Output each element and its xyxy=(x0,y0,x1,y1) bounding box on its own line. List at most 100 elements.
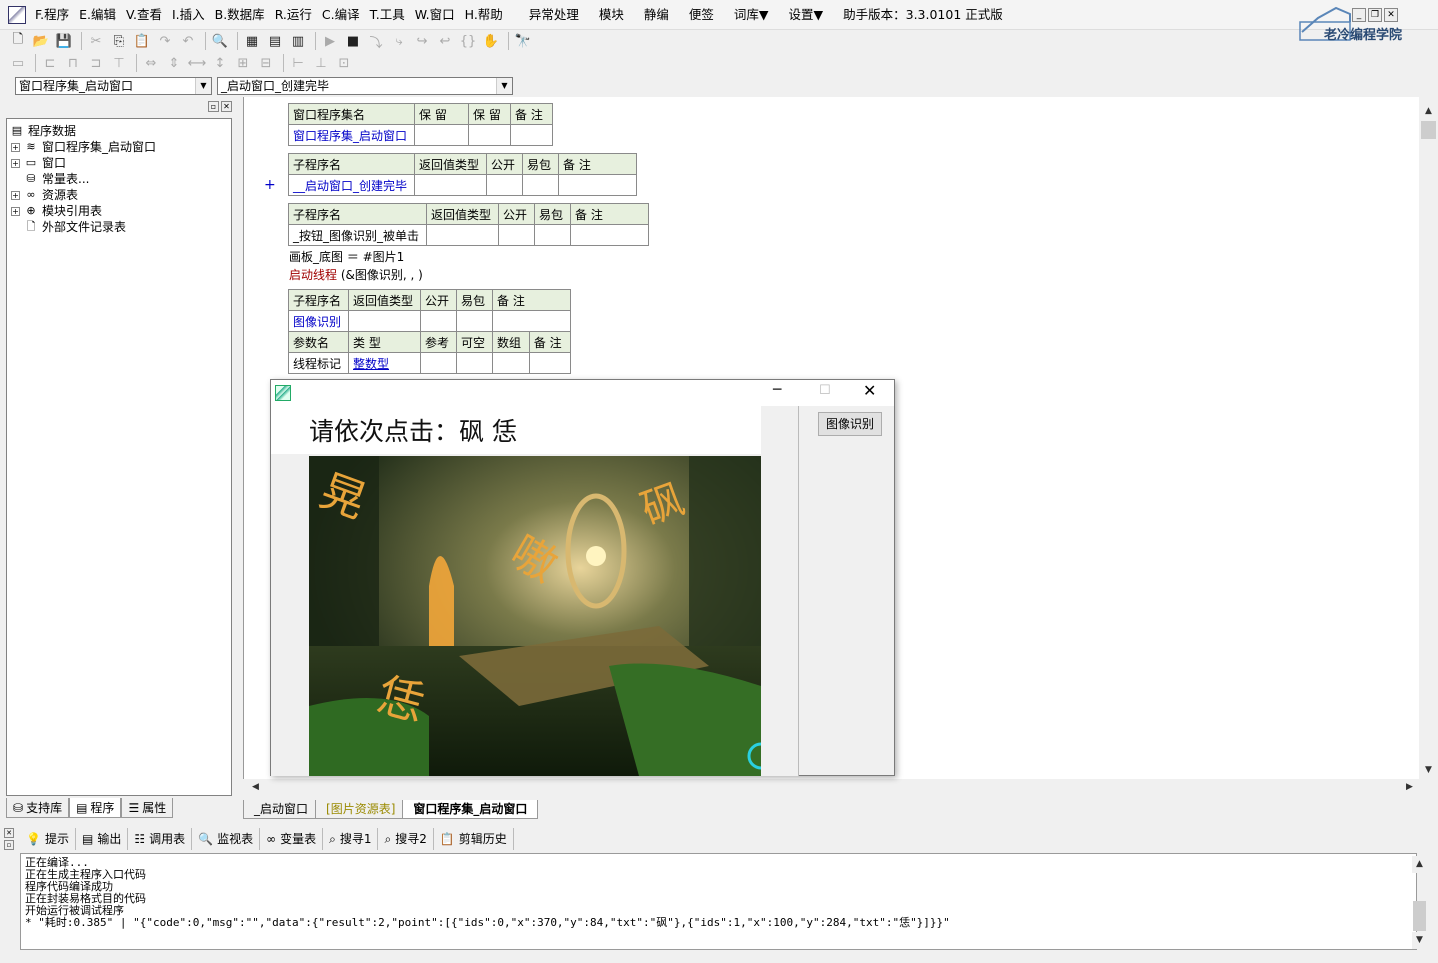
hand-icon[interactable]: ✋ xyxy=(481,31,501,51)
scroll-down-icon[interactable]: ▼ xyxy=(1412,932,1427,949)
editor-vscrollbar[interactable]: ▲ ▼ xyxy=(1420,97,1437,779)
step-over-icon[interactable]: ↪ xyxy=(412,31,432,51)
h-equal-icon[interactable]: ⊢ xyxy=(288,53,308,73)
redo-icon[interactable]: ↷ xyxy=(155,31,175,51)
panel-close-icon[interactable]: ✕ xyxy=(221,101,232,112)
tab-properties[interactable]: ☰ 属性 xyxy=(121,798,174,818)
tab-program[interactable]: ▤ 程序 xyxy=(69,798,122,818)
breakpoint-icon[interactable]: {} xyxy=(458,31,478,51)
v-equal-icon[interactable]: ⊥ xyxy=(311,53,331,73)
scroll-right-icon[interactable]: ▶ xyxy=(1401,779,1418,796)
menu-item[interactable]: 异常处理 xyxy=(524,4,584,26)
class-selector[interactable]: 窗口程序集_启动窗口 ▼ xyxy=(15,77,212,95)
center-v-icon[interactable]: ⊟ xyxy=(256,53,276,73)
copy-icon[interactable]: ⎘ xyxy=(109,31,129,51)
table-cell[interactable] xyxy=(456,352,493,374)
tab-call-stack[interactable]: ☷ 调用表 xyxy=(128,828,193,850)
tab-library[interactable]: ⛁ 支持库 xyxy=(6,798,70,818)
code-line-2[interactable]: 启动线程 (&图像识别, , ) xyxy=(289,266,423,283)
scroll-up-icon[interactable]: ▲ xyxy=(1412,856,1427,873)
scroll-down-icon[interactable]: ▼ xyxy=(1420,762,1437,779)
table-cell[interactable] xyxy=(456,310,493,332)
table-cell[interactable] xyxy=(510,124,553,146)
maximize-icon[interactable]: ☐ xyxy=(819,383,831,398)
menu-item[interactable]: 便签 xyxy=(684,4,719,26)
layout-3-icon[interactable]: ▥ xyxy=(288,31,308,51)
minimize-icon[interactable]: ─ xyxy=(773,382,781,398)
save-icon[interactable]: 💾 xyxy=(54,31,74,51)
table-cell[interactable]: 整数型 xyxy=(348,352,421,374)
layout-2-icon[interactable]: ▤ xyxy=(265,31,285,51)
menu-item[interactable]: 静编 xyxy=(639,4,674,26)
run-icon[interactable]: ▶ xyxy=(320,31,340,51)
align-center-icon[interactable]: ⊓ xyxy=(63,53,83,73)
panel-restore-icon[interactable]: ▫ xyxy=(4,840,14,850)
grid-icon[interactable]: ⊡ xyxy=(334,53,354,73)
tab-search-1[interactable]: ⌕ 搜寻1 xyxy=(323,828,379,850)
method-selector[interactable]: _启动窗口_创建完毕 ▼ xyxy=(217,77,513,95)
table-cell[interactable] xyxy=(522,174,559,196)
tree-item-resources[interactable]: + ∞ 资源表 xyxy=(11,187,78,203)
scroll-thumb[interactable] xyxy=(1421,121,1436,139)
close-icon[interactable]: ✕ xyxy=(863,381,876,400)
tab-clip-history[interactable]: 📋 剪辑历史 xyxy=(434,828,514,850)
expand-icon[interactable]: + xyxy=(11,190,20,200)
scroll-thumb[interactable] xyxy=(1413,901,1426,931)
menu-item[interactable]: E.编辑 xyxy=(74,4,121,26)
table-cell[interactable] xyxy=(528,352,572,374)
space-v-icon[interactable]: ↕ xyxy=(210,53,230,73)
table-cell[interactable] xyxy=(534,224,571,246)
menu-item[interactable]: W.窗口 xyxy=(410,4,460,26)
table-cell[interactable] xyxy=(486,174,523,196)
table-cell[interactable] xyxy=(492,352,530,374)
tree-item-modules[interactable]: + ⊕ 模块引用表 xyxy=(11,203,102,219)
expand-icon[interactable]: + xyxy=(11,142,20,152)
table-cell[interactable]: 窗口程序集_启动窗口 xyxy=(288,124,415,146)
table-cell[interactable] xyxy=(468,124,511,146)
table-cell[interactable] xyxy=(570,224,649,246)
menu-item[interactable]: T.工具 xyxy=(365,4,410,26)
menu-item[interactable]: F.程序 xyxy=(30,4,74,26)
menu-item[interactable]: I.插入 xyxy=(167,4,210,26)
table-cell[interactable] xyxy=(414,124,469,146)
table-cell[interactable] xyxy=(426,224,499,246)
undo-icon[interactable]: ↶ xyxy=(178,31,198,51)
menu-item[interactable]: H.帮助 xyxy=(460,4,508,26)
recognize-button[interactable]: 图像识别 xyxy=(818,412,882,436)
menu-item[interactable]: B.数据库 xyxy=(210,4,270,26)
layout-1-icon[interactable]: ▦ xyxy=(242,31,262,51)
align-top-icon[interactable]: ⊤ xyxy=(109,53,129,73)
step-icon[interactable]: ⤵ xyxy=(366,31,386,51)
scroll-left-icon[interactable]: ◀ xyxy=(247,779,264,796)
table-cell[interactable] xyxy=(492,310,571,332)
same-height-icon[interactable]: ⇕ xyxy=(164,53,184,73)
table-cell[interactable] xyxy=(420,352,457,374)
tree-item-external-files[interactable]: 🗋 外部文件记录表 xyxy=(23,219,126,235)
open-folder-icon[interactable]: 📂 xyxy=(31,31,51,51)
expand-icon[interactable]: + xyxy=(11,206,20,216)
form-icon[interactable]: ▭ xyxy=(8,53,28,73)
stop-icon[interactable]: ■ xyxy=(343,31,363,51)
table-cell[interactable] xyxy=(498,224,535,246)
table-cell[interactable] xyxy=(414,174,487,196)
editor-hscrollbar[interactable]: ◀ ▶ xyxy=(243,779,1419,796)
table-cell[interactable] xyxy=(420,310,457,332)
code-line-1[interactable]: 画板_底图 ＝ #图片1 xyxy=(289,248,404,265)
space-h-icon[interactable]: ⟷ xyxy=(187,53,207,73)
output-vscrollbar[interactable]: ▲ ▼ xyxy=(1412,856,1427,949)
panel-restore-icon[interactable]: ▫ xyxy=(208,101,219,112)
menu-item[interactable]: C.编译 xyxy=(317,4,365,26)
menu-item[interactable]: 模块 xyxy=(594,4,629,26)
table-cell[interactable] xyxy=(348,310,421,332)
binoculars-icon[interactable]: 🔭 xyxy=(513,31,533,51)
tab-variables[interactable]: ∞ 变量表 xyxy=(260,828,324,850)
step-out-icon[interactable]: ↩ xyxy=(435,31,455,51)
table-cell[interactable]: 图像识别 xyxy=(288,310,349,332)
align-left-icon[interactable]: ⊏ xyxy=(40,53,60,73)
paste-icon[interactable]: 📋 xyxy=(132,31,152,51)
chevron-down-icon[interactable]: ▼ xyxy=(195,78,211,94)
panel-close-icon[interactable]: ✕ xyxy=(4,828,14,838)
expand-icon[interactable]: + xyxy=(11,158,20,168)
menu-item[interactable]: V.查看 xyxy=(121,4,167,26)
table-cell[interactable]: 线程标记 xyxy=(288,352,349,374)
